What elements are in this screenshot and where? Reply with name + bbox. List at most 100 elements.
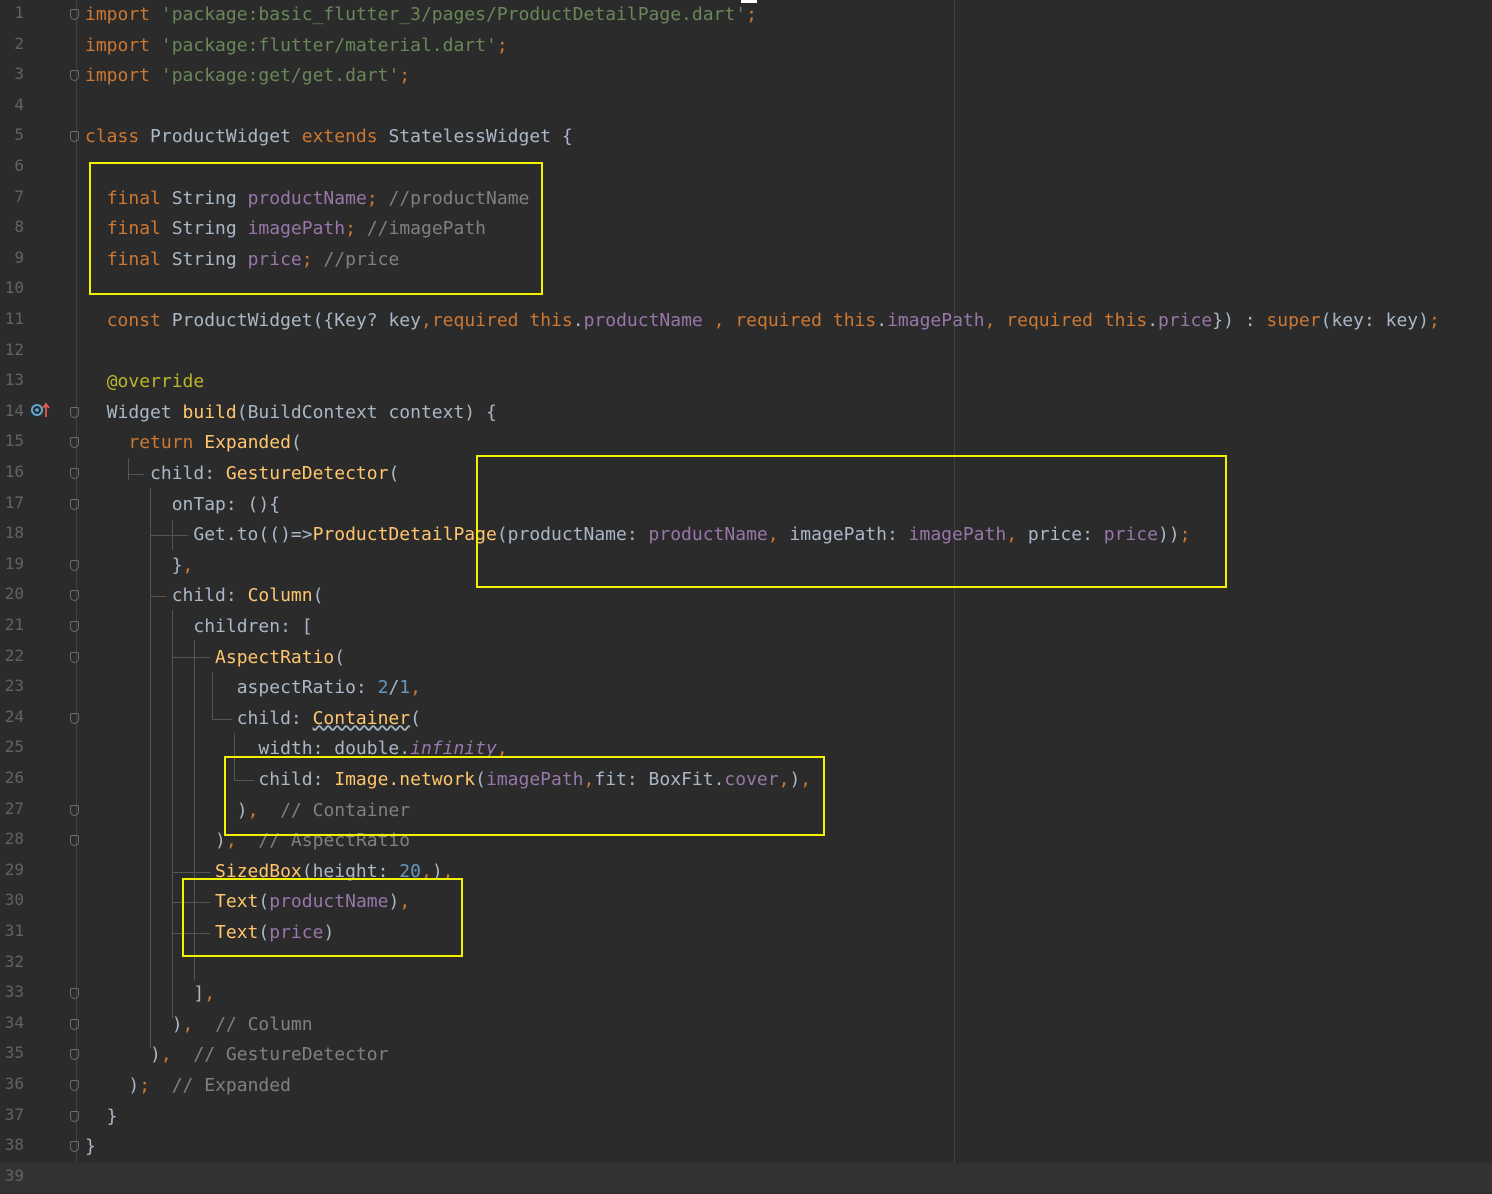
code-text[interactable]: child: Column( [85,584,324,608]
code-text[interactable]: }, [85,554,194,578]
code-line[interactable]: 35 ), // GestureDetector [0,1040,1492,1071]
fold-marker-icon[interactable] [70,988,79,1000]
fold-marker-icon[interactable] [70,406,79,418]
line-number[interactable]: 13 [0,370,24,389]
code-line[interactable]: 5 class ProductWidget extends StatelessWi… [0,122,1492,153]
line-number[interactable]: 32 [0,952,24,971]
fold-marker-icon[interactable] [70,621,79,632]
fold-marker-icon[interactable] [70,70,79,82]
fold-marker-icon[interactable] [70,1049,79,1061]
code-editor[interactable]: 1 import 'package:basic_flutter_3/pages/P… [0,0,1492,1194]
code-text[interactable]: @override [85,370,205,394]
line-number[interactable]: 17 [0,493,24,512]
line-number[interactable]: 12 [0,340,24,359]
fold-marker-icon[interactable] [70,1141,79,1153]
line-number[interactable]: 20 [0,584,24,603]
override-method-icon[interactable] [30,401,52,419]
code-line[interactable]: 11 const ProductWidget({Key? key,require… [0,306,1492,337]
code-text[interactable]: AspectRatio( [85,646,345,670]
code-line[interactable]: 21 children: [ [0,612,1492,643]
code-line[interactable]: 4 [0,92,1492,123]
code-line[interactable]: 33 ], [0,979,1492,1010]
fold-marker-icon[interactable] [70,590,79,602]
fold-marker-icon[interactable] [70,498,79,510]
line-number[interactable]: 24 [0,707,24,726]
line-number[interactable]: 30 [0,890,24,909]
line-number[interactable]: 38 [0,1135,24,1154]
code-text[interactable]: children: [ [85,615,312,639]
line-number[interactable]: 1 [0,3,24,22]
fold-marker-icon[interactable] [70,437,79,449]
code-line[interactable]: 3 import 'package:get/get.dart'; [0,61,1492,92]
code-line[interactable]: 2 import 'package:flutter/material.dart'; [0,31,1492,62]
line-number[interactable]: 29 [0,860,24,879]
code-line[interactable]: 38} [0,1132,1492,1163]
code-text[interactable]: Widget build(BuildContext context) { [85,401,497,425]
code-line[interactable]: 36 ); // Expanded [0,1071,1492,1102]
fold-marker-icon[interactable] [70,1110,79,1122]
code-text[interactable]: ); // Expanded [85,1074,291,1098]
code-text[interactable]: import 'package:basic_flutter_3/pages/Pr… [85,3,757,27]
fold-marker-icon[interactable] [70,9,79,20]
line-number[interactable]: 36 [0,1074,24,1093]
code-text[interactable]: onTap: (){ [85,493,280,517]
line-number[interactable]: 4 [0,95,24,114]
line-number[interactable]: 14 [0,401,24,420]
code-text[interactable]: const ProductWidget({Key? key,required t… [85,309,1440,333]
line-number[interactable]: 9 [0,248,24,267]
fold-marker-icon[interactable] [70,804,79,816]
fold-marker-icon[interactable] [70,835,79,847]
line-number[interactable]: 35 [0,1043,24,1062]
code-line[interactable]: 34 ), // Column [0,1010,1492,1041]
code-text[interactable]: } [85,1135,96,1159]
line-number[interactable]: 19 [0,554,24,573]
fold-marker-icon[interactable] [70,1080,79,1091]
code-line[interactable]: 39 [0,1162,1492,1194]
code-text[interactable]: aspectRatio: 2/1, [85,676,421,700]
code-text[interactable]: ), // GestureDetector [85,1043,388,1067]
code-text[interactable]: import 'package:get/get.dart'; [85,64,410,88]
line-number[interactable]: 7 [0,187,24,206]
line-number[interactable]: 37 [0,1105,24,1124]
line-number[interactable]: 26 [0,768,24,787]
code-text[interactable]: child: Container( [85,707,421,731]
line-number[interactable]: 8 [0,217,24,236]
line-number[interactable]: 25 [0,737,24,756]
line-number[interactable]: 23 [0,676,24,695]
code-line[interactable]: 14 Widget build(BuildContext context) { [0,398,1492,429]
line-number[interactable]: 28 [0,829,24,848]
code-text[interactable]: class ProductWidget extends StatelessWid… [85,125,573,149]
line-number[interactable]: 39 [0,1166,24,1185]
code-text[interactable]: ), // Column [85,1013,313,1037]
line-number[interactable]: 11 [0,309,24,328]
line-number[interactable]: 15 [0,431,24,450]
code-line[interactable]: 23 aspectRatio: 2/1, [0,673,1492,704]
fold-marker-icon[interactable] [70,131,79,143]
line-number[interactable]: 33 [0,982,24,1001]
code-text[interactable]: return Expanded( [85,431,301,455]
line-number[interactable]: 10 [0,278,24,297]
line-number[interactable]: 22 [0,646,24,665]
line-number[interactable]: 27 [0,799,24,818]
line-number[interactable]: 2 [0,34,24,53]
line-number[interactable]: 21 [0,615,24,634]
line-number[interactable]: 34 [0,1013,24,1032]
line-number[interactable]: 18 [0,523,24,542]
code-line[interactable]: 12 [0,337,1492,368]
code-text[interactable]: import 'package:flutter/material.dart'; [85,34,508,58]
fold-marker-icon[interactable] [70,651,79,663]
fold-marker-icon[interactable] [70,712,79,724]
line-number[interactable]: 3 [0,64,24,83]
line-number[interactable]: 6 [0,156,24,175]
code-line[interactable]: 37 } [0,1102,1492,1133]
line-number[interactable]: 31 [0,921,24,940]
line-number[interactable]: 16 [0,462,24,481]
code-text[interactable]: } [85,1105,118,1129]
fold-marker-icon[interactable] [70,1018,79,1030]
code-line[interactable]: 22 AspectRatio( [0,643,1492,674]
fold-marker-icon[interactable] [70,468,79,479]
fold-marker-icon[interactable] [70,559,79,571]
code-line[interactable]: 1 import 'package:basic_flutter_3/pages/P… [0,0,1492,31]
code-line[interactable]: 13 @override [0,367,1492,398]
line-number[interactable]: 5 [0,125,24,144]
